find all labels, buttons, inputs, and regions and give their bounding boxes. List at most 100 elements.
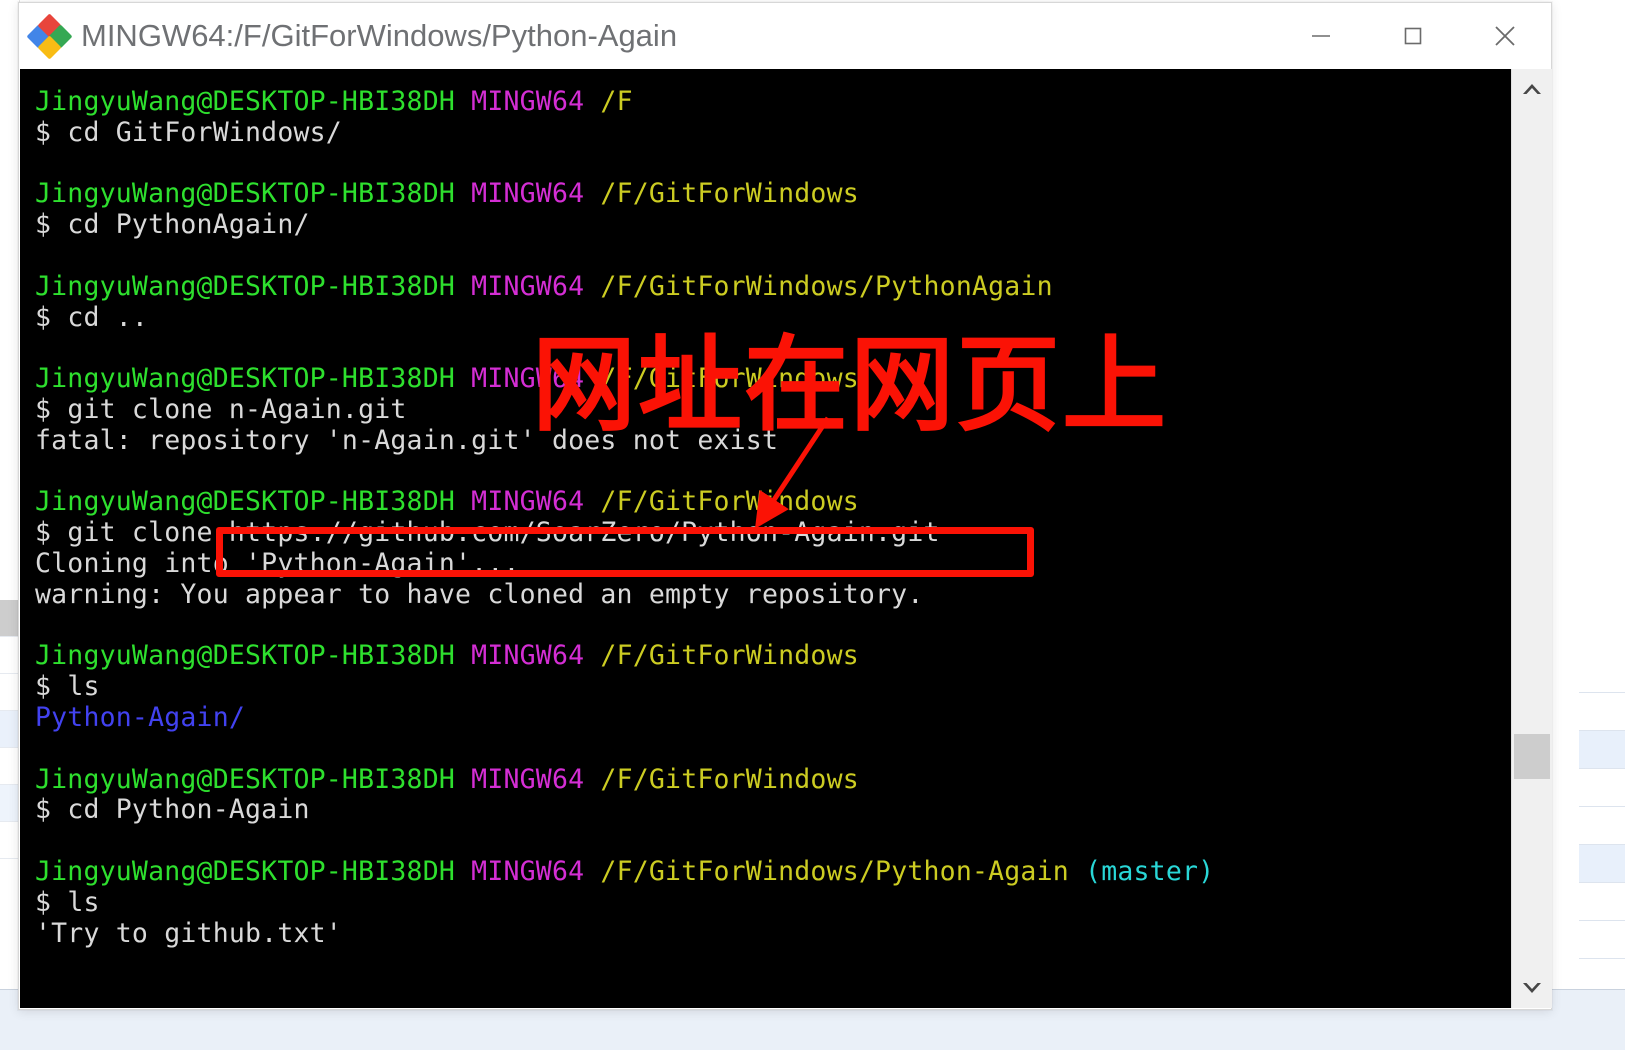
background-row [0,748,19,785]
prompt-shell: MINGW64 [471,763,585,795]
terminal-output-line: warning: You appear to have cloned an em… [35,578,924,610]
prompt-branch: (master) [1085,855,1215,887]
scroll-up-button[interactable] [1512,69,1552,109]
mintty-diamond-icon [26,13,73,60]
prompt-dollar: $ [35,209,52,241]
minimize-icon [1312,35,1330,37]
terminal-prompt-line: JingyuWang@DESKTOP-HBI38DH MINGW64 /F/Gi… [35,763,1511,796]
terminal-command: ls [67,671,100,703]
background-row [0,711,19,748]
terminal-command-line: $ cd .. [35,301,1511,334]
maximize-button[interactable] [1367,3,1459,69]
background-right-rows [1579,655,1625,1000]
prompt-shell: MINGW64 [471,363,585,395]
terminal-prompt-line: JingyuWang@DESKTOP-HBI38DH MINGW64 /F [35,86,1511,118]
prompt-dollar: $ [35,301,52,333]
background-row [1579,845,1625,883]
prompt-path: /F/GitForWindows [600,178,859,210]
prompt-path: /F/GitForWindows [600,640,859,672]
chevron-down-icon [1523,983,1541,993]
prompt-dollar: $ [35,886,52,918]
background-row [0,600,19,637]
prompt-dollar: $ [35,671,52,703]
background-row [0,822,19,859]
prompt-shell: MINGW64 [471,270,585,302]
prompt-path: /F/GitForWindows/PythonAgain [600,270,1053,302]
window-controls [1275,3,1551,69]
terminal-prompt-line: JingyuWang@DESKTOP-HBI38DH MINGW64 /F/Gi… [35,363,1511,395]
prompt-user-host: JingyuWang@DESKTOP-HBI38DH [35,763,456,795]
background-row [0,637,19,674]
terminal-command: cd .. [67,301,149,333]
prompt-shell: MINGW64 [471,855,585,887]
prompt-shell: MINGW64 [471,178,585,210]
prompt-path: /F/GitForWindows [600,486,859,518]
close-button[interactable] [1459,3,1551,69]
scroll-down-button[interactable] [1512,968,1552,1008]
prompt-user-host: JingyuWang@DESKTOP-HBI38DH [35,640,456,672]
window-title: MINGW64:/F/GitForWindows/Python-Again [81,18,678,53]
prompt-user-host: JingyuWang@DESKTOP-HBI38DH [35,178,456,210]
terminal-output[interactable]: JingyuWang@DESKTOP-HBI38DH MINGW64 /F $ c… [20,69,1511,1008]
terminal-prompt-line: JingyuWang@DESKTOP-HBI38DH MINGW64 /F/Gi… [35,486,1511,518]
terminal-command-line: $ cd GitForWindows/ [35,116,1511,149]
terminal-command: cd GitForWindows/ [67,116,342,148]
close-icon [1495,26,1515,46]
background-row [0,674,19,711]
background-left-pane [0,0,20,1050]
prompt-shell: MINGW64 [471,86,585,117]
prompt-path: /F/GitForWindows [600,363,859,395]
terminal-command-line: $ git clone https://github.com/SoarZero/… [35,517,1511,549]
terminal-command-line: $ ls [35,671,1511,703]
background-row [1579,731,1625,769]
terminal-command: cd Python-Again [67,794,310,826]
background-right-pane [1579,0,1625,1050]
chevron-up-icon [1523,84,1541,94]
terminal-window: MINGW64:/F/GitForWindows/Python-Again Ji… [18,2,1552,1010]
background-row [0,785,19,822]
background-row [1579,769,1625,807]
prompt-user-host: JingyuWang@DESKTOP-HBI38DH [35,486,456,518]
background-row [1579,655,1625,693]
prompt-dollar: $ [35,393,52,425]
background-row [1579,807,1625,845]
prompt-user-host: JingyuWang@DESKTOP-HBI38DH [35,270,456,302]
window-titlebar[interactable]: MINGW64:/F/GitForWindows/Python-Again [19,3,1551,69]
terminal-scrollbar[interactable] [1511,69,1552,1008]
terminal-prompt-line: JingyuWang@DESKTOP-HBI38DH MINGW64 /F/Gi… [35,640,1511,672]
terminal-output-line: 'Try to github.txt' [35,917,342,949]
terminal-output-line: fatal: repository 'n-Again.git' does not… [35,424,779,456]
terminal-body: JingyuWang@DESKTOP-HBI38DH MINGW64 /F $ c… [20,69,1552,1008]
background-row [1579,693,1625,731]
terminal-command: cd PythonAgain/ [67,209,310,241]
prompt-path: /F/GitForWindows/Python-Again [600,855,1069,887]
terminal-prompt-line: JingyuWang@DESKTOP-HBI38DH MINGW64 /F/Gi… [35,855,1511,888]
prompt-dollar: $ [35,517,52,549]
scroll-thumb[interactable] [1514,734,1550,779]
background-row [1579,883,1625,921]
terminal-command-line: $ git clone n-Again.git [35,393,1511,426]
prompt-user-host: JingyuWang@DESKTOP-HBI38DH [35,86,456,117]
prompt-path: /F [600,86,633,117]
prompt-shell: MINGW64 [471,486,585,518]
prompt-dollar: $ [35,116,52,148]
terminal-command: git clone https://github.com/SoarZero/Py… [67,517,940,549]
terminal-output-line: Cloning into 'Python-Again'... [35,547,520,579]
prompt-dollar: $ [35,794,52,826]
terminal-command-line: $ ls [35,886,1511,919]
terminal-prompt-line: JingyuWang@DESKTOP-HBI38DH MINGW64 /F/Gi… [35,270,1511,303]
prompt-shell: MINGW64 [471,640,585,672]
terminal-output-line: Python-Again/ [35,701,246,733]
prompt-user-host: JingyuWang@DESKTOP-HBI38DH [35,363,456,395]
minimize-button[interactable] [1275,3,1367,69]
terminal-command-line: $ cd PythonAgain/ [35,209,1511,241]
maximize-icon [1404,27,1422,45]
terminal-command: git clone n-Again.git [67,393,407,425]
